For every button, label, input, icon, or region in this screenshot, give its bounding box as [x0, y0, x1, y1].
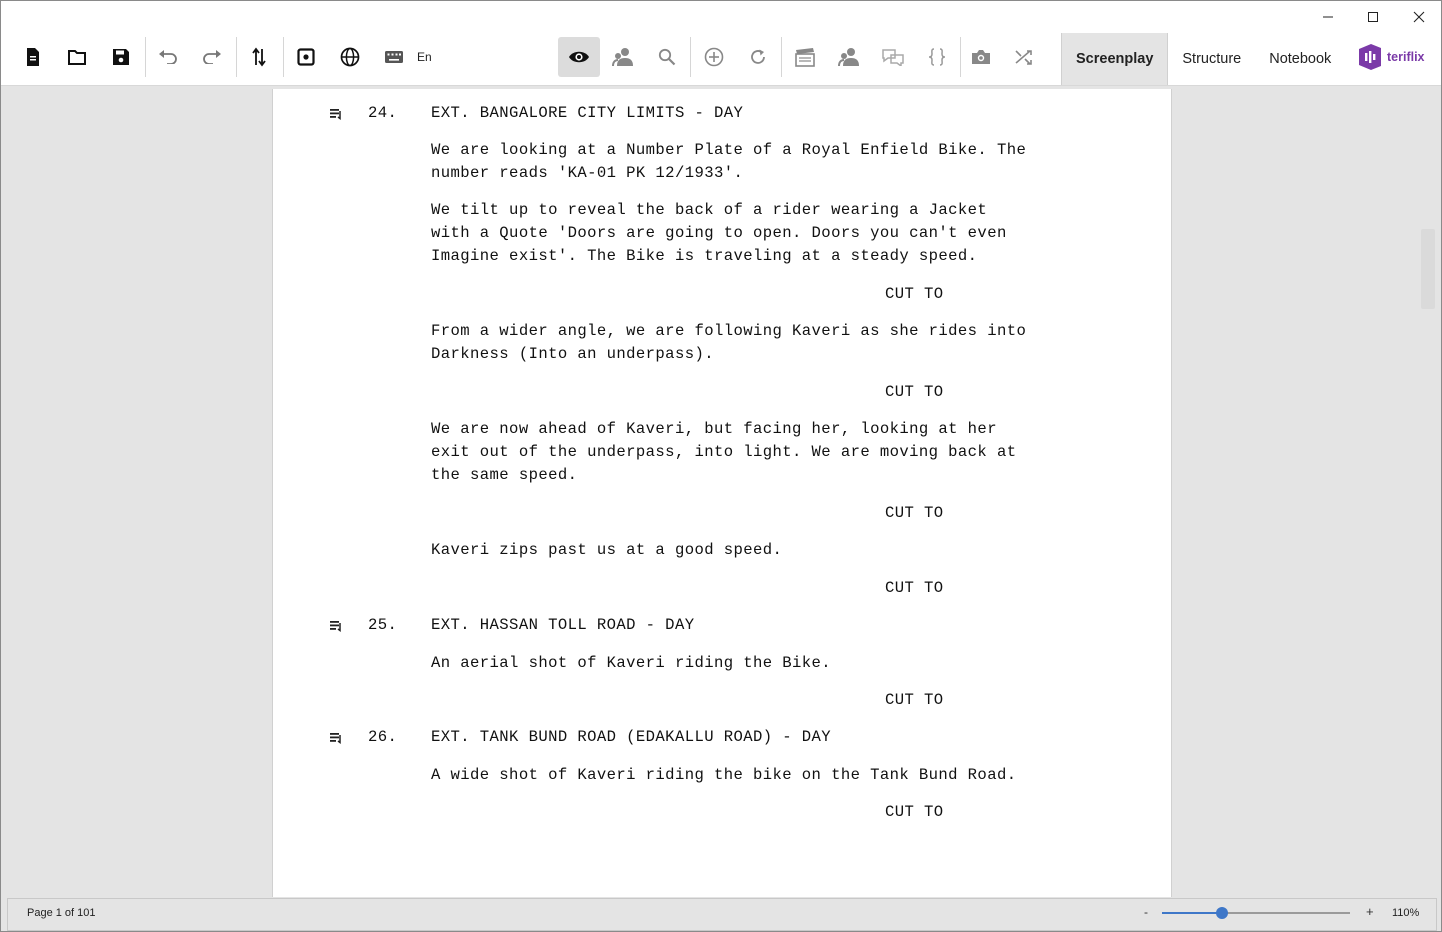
scene-marker-icon[interactable] [330, 108, 344, 120]
code-braces-button[interactable] [917, 37, 957, 77]
undo-button[interactable] [148, 37, 188, 77]
dialogue-button[interactable] [873, 37, 913, 77]
zoom-out-button[interactable]: - [1144, 905, 1148, 919]
transition-line[interactable]: CUT TO [885, 801, 944, 824]
transition-line[interactable]: CUT TO [885, 283, 944, 306]
preview-toggle[interactable] [558, 37, 600, 77]
plus-circle-icon [704, 47, 724, 67]
screenplay-page[interactable]: 24. EXT. BANGALORE CITY LIMITS - DAY We … [272, 89, 1172, 897]
keyboard-icon [385, 51, 403, 63]
screenshot-button[interactable] [961, 37, 1001, 77]
transition-line[interactable]: CUT TO [885, 502, 944, 525]
close-button[interactable] [1396, 1, 1442, 33]
focus-frame-icon [297, 48, 315, 66]
scene-number: 25. [368, 616, 398, 634]
close-icon [1413, 11, 1425, 23]
sort-arrows-icon [252, 47, 266, 67]
brand-name: teriflix [1387, 50, 1425, 64]
zoom-slider[interactable] [1162, 907, 1350, 919]
sort-button[interactable] [239, 37, 279, 77]
teriflix-logo-icon [1359, 44, 1381, 70]
language-button[interactable] [330, 37, 370, 77]
redo-button[interactable] [192, 37, 232, 77]
open-folder-button[interactable] [57, 37, 97, 77]
action-line[interactable]: An aerial shot of Kaveri riding the Bike… [431, 652, 831, 675]
scene-heading[interactable]: EXT. TANK BUND ROAD (EDAKALLU ROAD) - DA… [431, 726, 831, 749]
redo-icon [203, 50, 221, 64]
braces-icon [928, 48, 946, 66]
scene-marker-icon[interactable] [330, 732, 344, 744]
camera-icon [972, 50, 990, 64]
tab-screenplay[interactable]: Screenplay [1061, 33, 1169, 85]
toolbar-separator [781, 37, 782, 77]
language-label[interactable]: En [417, 50, 432, 64]
zoom-level: 110% [1392, 907, 1420, 919]
characters-icon [612, 48, 633, 67]
scene-heading[interactable]: EXT. BANGALORE CITY LIMITS - DAY [431, 102, 743, 125]
search-button[interactable] [647, 37, 687, 77]
toolbar-separator [283, 37, 284, 77]
undo-icon [159, 50, 177, 64]
action-line[interactable]: Kaveri zips past us at a good speed. [431, 539, 782, 562]
scene-number: 24. [368, 104, 398, 122]
clapperboard-icon [795, 48, 815, 67]
character-list-button[interactable] [829, 37, 869, 77]
action-line[interactable]: From a wider angle, we are following Kav… [431, 320, 1026, 366]
refresh-icon [751, 49, 765, 64]
brand-logo[interactable]: teriflix [1357, 43, 1425, 71]
title-bar [1, 1, 1441, 33]
scene-clapper-button[interactable] [785, 37, 825, 77]
minimize-icon [1323, 16, 1333, 18]
search-icon [658, 48, 676, 66]
toolbar-separator [145, 37, 146, 77]
scene-marker-icon[interactable] [330, 620, 344, 632]
maximize-icon [1368, 12, 1378, 22]
folder-icon [68, 50, 86, 65]
toolbar-separator [236, 37, 237, 77]
zoom-in-button[interactable]: + [1366, 904, 1374, 919]
status-bar: Page 1 of 101 - + 110% [7, 898, 1437, 931]
globe-icon [340, 47, 360, 67]
keyboard-button[interactable] [374, 37, 414, 77]
save-button[interactable] [101, 37, 141, 77]
zoom-slider-handle[interactable] [1216, 907, 1229, 919]
transition-line[interactable]: CUT TO [885, 577, 944, 600]
app-window: En Screenplay Structure Notebook terifli… [0, 0, 1442, 932]
scene-heading[interactable]: EXT. HASSAN TOLL ROAD - DAY [431, 614, 694, 637]
minimize-button[interactable] [1305, 1, 1351, 33]
add-scene-button[interactable] [694, 37, 734, 77]
toolbar: En Screenplay Structure Notebook terifli… [1, 33, 1441, 86]
page-indicator: Page 1 of 101 [27, 907, 96, 919]
transition-line[interactable]: CUT TO [885, 689, 944, 712]
toolbar-separator [690, 37, 691, 77]
characters-button[interactable] [603, 37, 643, 77]
refresh-button[interactable] [738, 37, 778, 77]
focus-button[interactable] [286, 37, 326, 77]
eye-icon [569, 51, 589, 63]
tab-notebook[interactable]: Notebook [1255, 33, 1345, 85]
action-line[interactable]: A wide shot of Kaveri riding the bike on… [431, 764, 1016, 787]
scene-number: 26. [368, 728, 398, 746]
new-document-button[interactable] [13, 37, 53, 77]
action-line[interactable]: We are looking at a Number Plate of a Ro… [431, 139, 1026, 185]
tab-structure[interactable]: Structure [1168, 33, 1255, 85]
view-tabs: Screenplay Structure Notebook [1061, 33, 1345, 85]
shuffle-button[interactable] [1005, 37, 1045, 77]
people-icon [838, 48, 859, 67]
shuffle-icon [1015, 50, 1032, 65]
new-document-icon [27, 48, 39, 66]
action-line[interactable]: We tilt up to reveal the back of a rider… [431, 199, 1007, 268]
action-line[interactable]: We are now ahead of Kaveri, but facing h… [431, 418, 1016, 487]
vertical-scrollbar[interactable] [1421, 229, 1435, 309]
transition-line[interactable]: CUT TO [885, 381, 944, 404]
zoom-slider-fill [1162, 912, 1223, 914]
save-icon [113, 49, 129, 65]
maximize-button[interactable] [1350, 1, 1396, 33]
chat-bubbles-icon [882, 49, 904, 66]
